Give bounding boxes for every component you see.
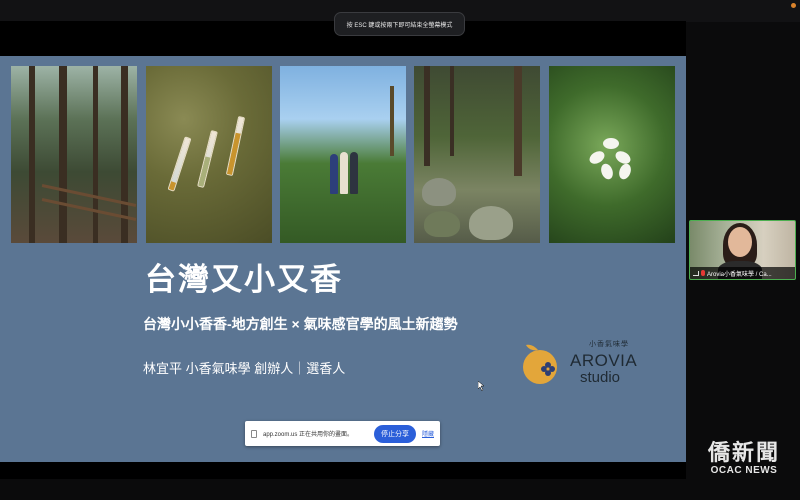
presentation-slide: 台灣又小又香 台灣小小香香-地方創生 × 氣味感官學的風土新趨勢 林宜平 小香氣… (0, 56, 686, 462)
participant-name-strip: Arovia小香氣味學 / Ca... (690, 267, 795, 279)
citrus-flower-logo-icon (523, 344, 557, 384)
white-flower-photo (549, 66, 675, 243)
screen: 台灣又小又香 台灣小小香香-地方創生 × 氣味感官學的風土新趨勢 林宜平 小香氣… (0, 0, 800, 500)
people-in-garden-photo (280, 66, 406, 243)
participant-video-tile[interactable]: Arovia小香氣味學 / Ca... (689, 220, 796, 280)
stop-sharing-button[interactable]: 停止分享 (373, 424, 416, 443)
fullscreen-exit-tip-text: 按 ESC 鍵或按兩下即可結束全螢幕模式 (346, 22, 453, 29)
mouse-cursor-icon (478, 381, 485, 391)
screen-share-bar: app.zoom.us 正在共用你的畫面。 停止分享 隱藏 (245, 421, 440, 446)
share-status-text: app.zoom.us 正在共用你的畫面。 (263, 432, 354, 438)
hide-share-bar-link[interactable]: 隱藏 (422, 429, 434, 438)
share-indicator-icon (251, 429, 257, 438)
status-dot-icon (791, 3, 796, 8)
participant-name: Arovia小香氣味學 / Ca... (707, 271, 772, 278)
shared-screen-area: 台灣又小又香 台灣小小香香-地方創生 × 氣味感官學的風土新趨勢 林宜平 小香氣… (0, 21, 686, 479)
participant-face (728, 227, 752, 257)
logo-brand-name: AROVIA (570, 351, 638, 370)
logo-studio-text: studio (580, 369, 621, 386)
arovia-logo: 小香氣味學 AROVIA studio (518, 337, 658, 397)
mossy-rocks-forest-photo (414, 66, 540, 243)
slide-subtitle: 台灣小小香香-地方創生 × 氣味感官學的風土新趨勢 (143, 316, 458, 332)
perfume-vials-photo (146, 66, 272, 243)
watermark-english: OCAC NEWS (710, 465, 778, 476)
slide-title: 台灣又小又香 (145, 262, 343, 297)
muted-mic-icon (701, 270, 705, 276)
signal-strength-icon (693, 270, 699, 276)
fullscreen-exit-tip: 按 ESC 鍵或按兩下即可結束全螢幕模式 (334, 12, 465, 36)
ocac-news-watermark: 僑新聞 OCAC NEWS (708, 435, 780, 476)
watermark-chinese: 僑新聞 (707, 440, 780, 465)
forest-boardwalk-photo (11, 66, 137, 243)
presenter-line: 林宜平 小香氣味學 創辦人｜選香人 (143, 361, 346, 376)
logo-chinese-name: 小香氣味學 (589, 341, 629, 348)
